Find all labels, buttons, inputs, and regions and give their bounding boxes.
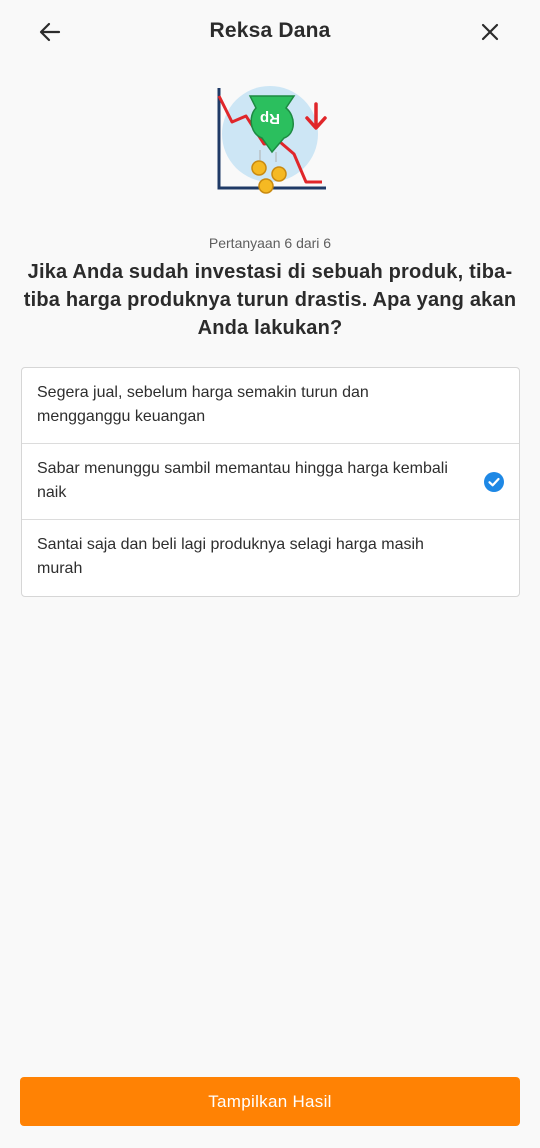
answer-option-2[interactable]: Sabar menunggu sambil memantau hingga ha… (22, 444, 519, 520)
header: Reksa Dana (0, 0, 540, 64)
answer-option-label: Sabar menunggu sambil memantau hingga ha… (37, 460, 448, 501)
screen: Reksa Dana Rp Pertanyaan 6 dari 6 Jika A… (0, 0, 540, 1148)
answer-options: Segera jual, sebelum harga semakin turun… (21, 367, 520, 597)
falling-price-chart-illustration: Rp (210, 82, 334, 200)
answer-option-3[interactable]: Santai saja dan beli lagi produknya sela… (22, 520, 519, 596)
check-circle-icon (484, 472, 504, 492)
page-title: Reksa Dana (209, 19, 331, 42)
close-button[interactable] (472, 16, 508, 48)
rupiah-badge-text: Rp (260, 110, 280, 127)
answer-option-label: Santai saja dan beli lagi produknya sela… (37, 536, 424, 577)
answer-option-label: Segera jual, sebelum harga semakin turun… (37, 384, 369, 425)
question-text: Jika Anda sudah investasi di sebuah prod… (23, 261, 517, 339)
close-icon (481, 23, 499, 41)
answer-option-1[interactable]: Segera jual, sebelum harga semakin turun… (22, 368, 519, 444)
question-counter: Pertanyaan 6 dari 6 (208, 235, 332, 251)
show-results-button[interactable]: Tampilkan Hasil (20, 1077, 520, 1126)
